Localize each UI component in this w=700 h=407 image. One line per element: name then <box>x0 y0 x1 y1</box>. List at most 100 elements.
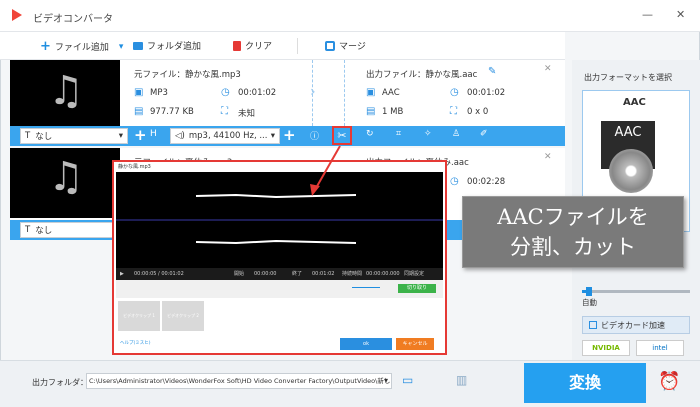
merge-button[interactable]: マージ <box>325 39 366 52</box>
add-subtitle-icon[interactable]: + <box>134 126 147 144</box>
music-note-icon: ♫ <box>48 68 84 114</box>
clear-label: クリア <box>245 42 273 52</box>
duration-value: 00:00:00.000 <box>366 271 400 277</box>
caption-box: AACファイルを 分割、カット <box>462 196 684 268</box>
end-label: 終了 <box>292 271 303 277</box>
output-format-heading: 出力フォーマットを選択 <box>584 73 672 82</box>
arrow-divider-2 <box>344 60 345 126</box>
start-time[interactable]: 00:00:00 <box>254 268 276 280</box>
edit-name-icon[interactable]: ✎ <box>488 66 496 77</box>
folder-icon <box>133 41 143 50</box>
quality-handle[interactable] <box>586 287 592 296</box>
watermark-icon[interactable]: ♙ <box>452 129 460 139</box>
editor-title: 静かな風.mp3 <box>118 164 151 170</box>
output-size: 1 MB <box>382 107 404 117</box>
edit-pen-icon[interactable]: ✐ <box>480 129 488 139</box>
remove-file-icon-2[interactable]: ✕ <box>544 152 552 162</box>
caption-line-1: AACファイルを <box>497 205 649 229</box>
quality-slider[interactable] <box>582 287 690 296</box>
intel-label: intel <box>652 344 668 352</box>
resolution-icon: ⛶ <box>221 106 228 117</box>
end-time[interactable]: 00:01:02 <box>312 268 334 280</box>
add-audio-icon[interactable]: + <box>283 126 296 144</box>
remove-file-icon[interactable]: ✕ <box>544 64 552 74</box>
chevron-down-icon: ▾ <box>118 131 123 141</box>
ok-button[interactable]: ok <box>340 338 392 350</box>
output-folder-path[interactable]: C:\Users\Administrator\Videos\WonderFox … <box>86 373 392 389</box>
clear-button[interactable]: クリア <box>233 39 272 52</box>
output-duration: 00:01:02 <box>467 88 506 98</box>
crop-icon[interactable]: ⌗ <box>396 129 401 139</box>
add-folder-button[interactable]: フォルダ追加 <box>133 39 201 52</box>
cut-button[interactable]: 切り取り <box>398 284 436 293</box>
app-title: ビデオコンバータ <box>33 14 113 25</box>
play-icon[interactable]: ▶ <box>120 268 124 280</box>
alarm-clock-icon[interactable]: ⏰ <box>658 371 680 392</box>
cut-button-label: 切り取り <box>406 285 427 291</box>
help-link[interactable]: ヘルプ(ミスヒ) <box>120 340 151 346</box>
waveform-svg <box>116 193 443 245</box>
close-button[interactable]: ✕ <box>676 8 685 21</box>
gpu-accel-button[interactable]: ビデオカード加速 <box>582 316 690 334</box>
chevron-down-icon: ▾ <box>270 131 275 141</box>
toolbar-divider <box>297 38 298 54</box>
clip-2-label: ビデオクリップ 2 <box>167 313 199 318</box>
clip-list: ビデオクリップ 1 ビデオクリップ 2 ヘルプ(ミスヒ) ok キャンセル <box>116 298 443 353</box>
browse-folder-icon[interactable]: ▭ <box>402 373 413 387</box>
callout-arrow <box>310 145 341 196</box>
quality-auto-label: 自動 <box>582 298 597 307</box>
clip-item-1[interactable]: ビデオクリップ 1 <box>118 301 160 331</box>
output-format-icon: ▣ <box>366 87 376 98</box>
cancel-button[interactable]: キャンセル <box>396 338 434 350</box>
chevron-down-icon: ▾ <box>118 41 124 52</box>
duration-label: 持続時間 <box>342 271 363 277</box>
trim-timeline[interactable]: 切り取り <box>116 280 443 298</box>
trim-range[interactable] <box>352 287 380 291</box>
effects-icon[interactable]: ✧ <box>424 129 432 139</box>
output-clock-icon-2: ◷ <box>450 176 459 187</box>
output-format: AAC <box>382 88 400 98</box>
add-file-label: ファイル追加 <box>54 43 109 53</box>
clock-icon: ◷ <box>221 87 230 98</box>
music-note-icon: ♫ <box>48 154 84 200</box>
open-folder-icon[interactable]: ▥ <box>456 373 467 387</box>
output-size-icon: ▤ <box>366 106 376 117</box>
subtitle-select-2[interactable]: T なし <box>20 222 116 238</box>
output-folder-label: 出力フォルダ： <box>32 378 88 387</box>
text-icon: T <box>25 131 31 141</box>
source-resolution: 未知 <box>238 109 256 119</box>
clip-item-2[interactable]: ビデオクリップ 2 <box>162 301 204 331</box>
app-logo <box>12 9 22 21</box>
file-size-icon: ▤ <box>134 106 144 117</box>
convert-label: 変換 <box>568 373 601 392</box>
convert-button[interactable]: 変換 <box>524 363 646 403</box>
start-label: 開始 <box>234 271 245 277</box>
cancel-label: キャンセル <box>402 341 428 347</box>
bottom-bar: 出力フォルダ： C:\Users\Administrator\Videos\Wo… <box>0 360 700 407</box>
clip-1-label: ビデオクリップ 1 <box>123 313 155 318</box>
chevron-down-icon[interactable]: ▾ <box>384 376 388 385</box>
playback-time: 00:00:05 / 00:01:02 <box>134 271 184 277</box>
checkbox-icon <box>589 321 597 329</box>
rotate-icon[interactable]: ↻ <box>366 129 374 139</box>
sync-settings[interactable]: 同期設定 <box>404 268 424 280</box>
aac-icon-label: AAC <box>614 125 642 140</box>
waveform-display <box>116 172 443 268</box>
gpu-accel-label: ビデオカード加速 <box>601 320 665 330</box>
plus-icon: + <box>40 39 51 54</box>
add-file-button[interactable]: + ファイル追加 ▾ <box>40 39 123 54</box>
audio-track-select[interactable]: ◁) mp3, 44100 Hz, ... ▾ <box>170 128 280 144</box>
source-file-name: 元ファイル：静かな風.mp3 <box>134 70 241 80</box>
chevron-right-icon: › <box>310 84 316 100</box>
playback-bar: ▶ 00:00:05 / 00:01:02 開始 00:00:00 終了 00:… <box>116 268 443 280</box>
source-size: 977.77 KB <box>150 107 194 117</box>
subtitle-select[interactable]: T なし ▾ <box>20 128 128 144</box>
subtitle-export-icon[interactable]: H <box>150 129 157 139</box>
speaker-icon: ◁) <box>175 131 185 141</box>
waveform-lower <box>195 239 357 245</box>
file-row-1: ♫ 元ファイル：静かな風.mp3 ▣ MP3 ◷ 00:01:02 ▤ 977.… <box>10 60 565 126</box>
text-icon: T <box>25 225 31 235</box>
minimize-button[interactable]: — <box>642 8 653 21</box>
output-duration-2: 00:02:28 <box>467 177 506 187</box>
trash-icon <box>233 40 241 51</box>
